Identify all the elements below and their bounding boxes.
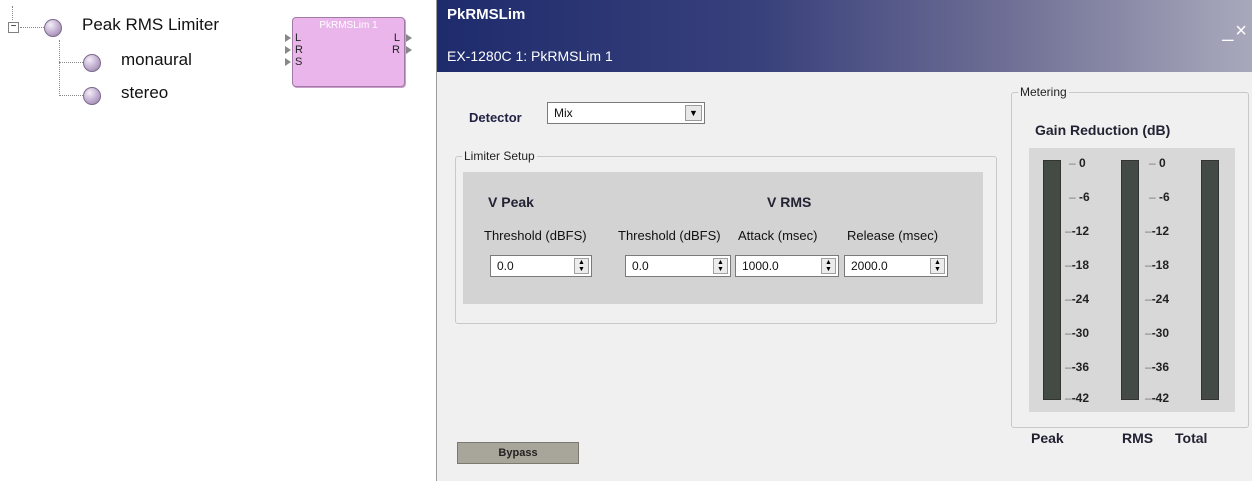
tree-item-peak-rms-limiter[interactable]: Peak RMS Limiter [82,15,219,35]
v-peak-header: V Peak [488,194,534,210]
module-tree: − Peak RMS Limiter monaural stereo [0,0,280,130]
output-port-label: R [392,44,400,56]
spin-updown-icon[interactable]: ▲ ▼ [821,258,836,274]
tree-line [59,62,83,63]
tree-expander-icon[interactable]: − [8,22,19,33]
spin-updown-icon[interactable]: ▲ ▼ [574,258,589,274]
attack-stepper[interactable]: 1000.0 ▲ ▼ [735,255,839,277]
total-meter-bar [1201,160,1219,400]
window-minimize-close-icon[interactable]: _× [1222,20,1249,43]
output-port-icon[interactable] [406,34,412,42]
peak-threshold-label: Threshold (dBFS) [484,228,587,243]
scale-tick: –-24 [1145,292,1170,306]
peak-meter-bar [1043,160,1061,400]
input-port-label: R [295,44,303,56]
release-value: 2000.0 [851,259,888,273]
output-port-icon[interactable] [406,46,412,54]
detector-label: Detector [469,110,522,125]
window-titlebar[interactable]: PkRMSLim EX-1280C 1: PkRMSLim 1 _× [437,0,1252,72]
window-title: PkRMSLim [447,6,526,23]
gain-reduction-title: Gain Reduction (dB) [1035,122,1171,138]
scale-tick: – -6 [1149,190,1170,204]
scale-tick: –-36 [1145,360,1170,374]
meter-panel: – 0 – -6 –-12 –-18 –-24 –-30 –-36 –-42 –… [1029,148,1235,412]
total-meter-label: Total [1175,430,1208,446]
peak-meter-label: Peak [1031,430,1064,446]
chevron-down-icon[interactable]: ▼ [685,105,702,121]
scale-tick: –-18 [1065,258,1090,272]
pkrmslim-block[interactable]: PkRMSLim 1 L R S L R [285,17,412,87]
limiter-setup-label: Limiter Setup [462,149,537,163]
scale-tick: –-12 [1145,224,1170,238]
rms-threshold-label: Threshold (dBFS) [618,228,721,243]
attack-label: Attack (msec) [738,228,818,243]
detector-select[interactable]: Mix ▼ [547,102,705,124]
spin-updown-icon[interactable]: ▲ ▼ [930,258,945,274]
scale-tick: –-24 [1065,292,1090,306]
scale-tick: –-42 [1065,391,1090,405]
bypass-button[interactable]: Bypass [457,442,579,464]
scale-tick: –-18 [1145,258,1170,272]
window-subtitle: EX-1280C 1: PkRMSLim 1 [447,48,613,64]
tree-item-stereo[interactable]: stereo [121,83,168,103]
module-sphere-icon [83,87,101,105]
rms-threshold-value: 0.0 [632,259,649,273]
scale-tick: – 0 [1069,156,1086,170]
peak-threshold-stepper[interactable]: 0.0 ▲ ▼ [490,255,592,277]
scale-tick: –-42 [1145,391,1170,405]
scale-tick: – 0 [1149,156,1166,170]
input-port-icon[interactable] [285,58,291,66]
input-port-icon[interactable] [285,34,291,42]
module-sphere-icon [44,19,62,37]
module-sphere-icon [83,54,101,72]
metering-label: Metering [1018,85,1069,99]
input-port-label: S [295,56,303,68]
input-port-icon[interactable] [285,46,291,54]
output-port-label: L [393,32,400,44]
tree-line [12,6,13,20]
scale-tick: –-12 [1065,224,1090,238]
tree-line [59,40,60,96]
release-stepper[interactable]: 2000.0 ▲ ▼ [844,255,948,277]
input-port-label: L [295,32,302,44]
peak-threshold-value: 0.0 [497,259,514,273]
rms-meter-label: RMS [1122,430,1154,446]
rms-meter-bar [1121,160,1139,400]
block-title: PkRMSLim 1 [319,20,378,31]
scale-tick: – -6 [1069,190,1090,204]
limiter-panel: V Peak V RMS Threshold (dBFS) Threshold … [463,172,983,304]
spin-updown-icon[interactable]: ▲ ▼ [713,258,728,274]
release-label: Release (msec) [847,228,939,243]
tree-item-monaural[interactable]: monaural [121,50,192,70]
rms-threshold-stepper[interactable]: 0.0 ▲ ▼ [625,255,731,277]
tree-line [59,95,83,96]
attack-value: 1000.0 [742,259,779,273]
tree-line [20,27,44,28]
scale-tick: –-30 [1065,326,1090,340]
control-window: PkRMSLim EX-1280C 1: PkRMSLim 1 _× Detec… [436,0,1252,481]
v-rms-header: V RMS [767,194,812,210]
detector-value: Mix [554,106,573,120]
scale-tick: –-30 [1145,326,1170,340]
scale-tick: –-36 [1065,360,1090,374]
